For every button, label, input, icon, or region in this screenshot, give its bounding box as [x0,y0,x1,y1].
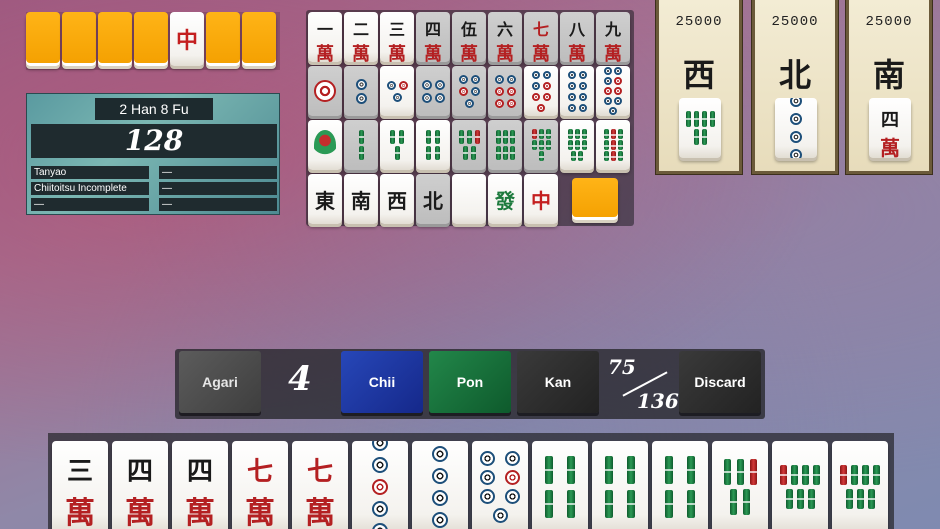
hand-tile[interactable] [772,441,828,529]
opponent-discard-tile [775,98,817,158]
points-value: 128 [31,124,277,158]
ref-man-8[interactable]: 八萬 [560,12,594,62]
yaku-row: Chiitoitsu Incomplete — [31,182,277,195]
ref-sou-2[interactable] [344,120,378,170]
dead-wall: 中 [26,12,280,70]
action-bar: Agari 4 Chii Pon Kan 75 136 Discard [175,349,765,419]
opponent-card-south: 25000 南 四萬 [846,0,932,174]
tiles-remaining: 75 [608,355,636,379]
wall-tile-back [242,12,276,66]
yaku-value: — [159,182,277,195]
opponent-wind: 北 [778,56,811,94]
opponent-score: 25000 [675,14,723,30]
yaku-value: — [159,198,277,211]
ref-honor-hatsu[interactable]: 發 [488,174,522,224]
ref-man-5[interactable]: 伍萬 [452,12,486,62]
ref-pin-3[interactable] [380,66,414,116]
dora-indicator-tile: 中 [170,12,204,66]
wait-count: 4 [288,359,312,399]
ref-honor-haku[interactable] [452,174,486,224]
yaku-name: Chiitoitsu Incomplete [31,182,149,195]
hand-tile[interactable] [472,441,528,529]
ref-pin-4[interactable] [416,66,450,116]
discard-button[interactable]: Discard [679,351,761,413]
opponent-discard-tile [679,98,721,158]
opponent-discard-tile: 四萬 [869,98,911,158]
yaku-row: — — [31,198,277,211]
yaku-value: — [159,166,277,179]
pon-button[interactable]: Pon [429,351,511,413]
ref-honor-chun[interactable]: 中 [524,174,558,224]
chii-button[interactable]: Chii [341,351,423,413]
kan-button[interactable]: Kan [517,351,599,413]
ref-honor-west[interactable]: 西 [380,174,414,224]
ref-honor-south[interactable]: 南 [344,174,378,224]
ref-man-9[interactable]: 九萬 [596,12,630,62]
wall-tile-back [206,12,240,66]
ref-man-2[interactable]: 二萬 [344,12,378,62]
hand-tile[interactable] [412,441,468,529]
opponent-wind: 西 [682,56,715,94]
han-fu-label: 2 Han 8 Fu [95,98,213,120]
ref-tile-back [572,178,618,220]
hand-tile[interactable] [832,441,888,529]
ref-man-4[interactable]: 四萬 [416,12,450,62]
ref-pin-6[interactable] [488,66,522,116]
ref-man-7[interactable]: 七萬 [524,12,558,62]
ref-pin-9[interactable] [596,66,630,116]
ref-pin-7[interactable] [524,66,558,116]
agari-button[interactable]: Agari [179,351,261,413]
ref-sou-6[interactable] [488,120,522,170]
ref-sou-4[interactable] [416,120,450,170]
wall-tile-back [134,12,168,66]
hand-tile[interactable]: 四萬 [112,441,168,529]
hand-tile[interactable] [352,441,408,529]
ref-sou-7[interactable] [524,120,558,170]
ref-man-1[interactable]: 一萬 [308,12,342,62]
ref-honor-east[interactable]: 東 [308,174,342,224]
tiles-total: 136 [637,389,679,413]
dora-tile-glyph: 中 [175,28,198,54]
ref-man-6[interactable]: 六萬 [488,12,522,62]
ref-sou-9[interactable] [596,120,630,170]
ref-pin-2[interactable] [344,66,378,116]
yaku-name: — [31,198,149,211]
hand-tile[interactable] [712,441,768,529]
hand-tile[interactable]: 七萬 [232,441,288,529]
yaku-name: Tanyao [31,166,149,179]
hand-tile[interactable]: 三萬 [52,441,108,529]
wall-tile-back [26,12,60,66]
ref-man-3[interactable]: 三萬 [380,12,414,62]
ref-sou-5[interactable] [452,120,486,170]
wall-tile-back [98,12,132,66]
hand-tile[interactable]: 七萬 [292,441,348,529]
ref-sou-1[interactable] [308,120,342,170]
hand-tile[interactable]: 四萬 [172,441,228,529]
opponent-score: 25000 [865,14,913,30]
player-hand: 三萬 四萬 四萬 七萬 七萬 [48,433,894,529]
yaku-row: Tanyao — [31,166,277,179]
hand-tile[interactable] [652,441,708,529]
ref-pin-5[interactable] [452,66,486,116]
ref-sou-3[interactable] [380,120,414,170]
hand-tile[interactable] [592,441,648,529]
hand-tile[interactable] [532,441,588,529]
opponent-card-north: 25000 北 [752,0,838,174]
ref-sou-8[interactable] [560,120,594,170]
wall-tile-back [62,12,96,66]
tile-reference-grid: 一萬 二萬 三萬 四萬 伍萬 六萬 七萬 八萬 九萬 東 南 西 北 發 中 [306,10,634,226]
opponent-card-west: 25000 西 [656,0,742,174]
bird-icon [314,130,336,160]
opponent-wind: 南 [872,56,905,94]
ref-pin-8[interactable] [560,66,594,116]
opponent-score: 25000 [771,14,819,30]
ref-pin-1[interactable] [308,66,342,116]
hand-score-panel: 2 Han 8 Fu 128 Tanyao — Chiitoitsu Incom… [26,93,280,215]
ref-honor-north[interactable]: 北 [416,174,450,224]
